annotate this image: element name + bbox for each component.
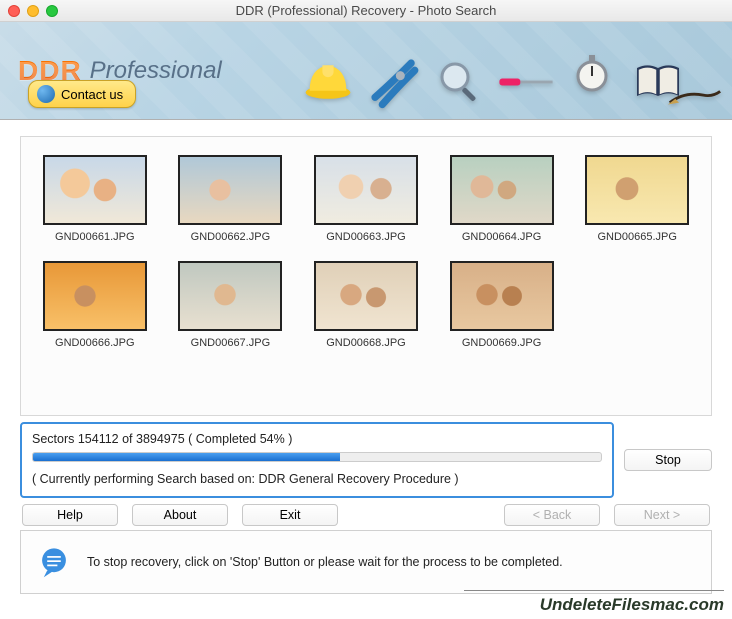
- thumbnail-item[interactable]: GND00665.JPG: [575, 155, 699, 243]
- back-button: < Back: [504, 504, 600, 526]
- hint-box: To stop recovery, click on 'Stop' Button…: [20, 530, 712, 594]
- photo-thumbnail-icon: [450, 261, 554, 331]
- person-icon: [37, 85, 55, 103]
- next-button: Next >: [614, 504, 710, 526]
- thumbnail-filename: GND00666.JPG: [55, 337, 134, 349]
- chat-bubble-icon: [37, 545, 71, 579]
- window-title: DDR (Professional) Recovery - Photo Sear…: [0, 3, 732, 18]
- thumbnail-filename: GND00669.JPG: [462, 337, 541, 349]
- thumbnail-grid: GND00661.JPG GND00662.JPG GND00663.JPG G…: [33, 155, 699, 349]
- hardhat-icon: [300, 42, 356, 120]
- thumbnail-filename: GND00668.JPG: [326, 337, 405, 349]
- hint-text: To stop recovery, click on 'Stop' Button…: [87, 555, 563, 569]
- thumbnail-filename: GND00664.JPG: [462, 231, 541, 243]
- contact-label: Contact us: [61, 87, 123, 102]
- watermark-divider: [464, 590, 724, 591]
- exit-button[interactable]: Exit: [242, 504, 338, 526]
- stop-button[interactable]: Stop: [624, 449, 712, 471]
- minimize-icon[interactable]: [27, 5, 39, 17]
- progress-subtext: ( Currently performing Search based on: …: [32, 472, 602, 486]
- progress-panel: Sectors 154112 of 3894975 ( Completed 54…: [20, 422, 614, 498]
- thumbnail-item[interactable]: GND00668.JPG: [304, 261, 428, 349]
- thumbnail-item[interactable]: GND00667.JPG: [169, 261, 293, 349]
- thumbnail-item[interactable]: GND00669.JPG: [440, 261, 564, 349]
- maximize-icon[interactable]: [46, 5, 58, 17]
- photo-thumbnail-icon: [178, 155, 282, 225]
- thumbnail-item[interactable]: GND00661.JPG: [33, 155, 157, 243]
- photo-thumbnail-icon: [43, 261, 147, 331]
- help-button[interactable]: Help: [22, 504, 118, 526]
- thumbnail-filename: GND00663.JPG: [326, 231, 405, 243]
- progress-bar: [32, 452, 602, 462]
- watermark-text: UndeleteFilesmac.com: [540, 595, 724, 615]
- thumbnail-item[interactable]: GND00666.JPG: [33, 261, 157, 349]
- stopwatch-icon: [564, 32, 620, 112]
- thumbnail-filename: GND00662.JPG: [191, 231, 270, 243]
- close-icon[interactable]: [8, 5, 20, 17]
- progress-row: Sectors 154112 of 3894975 ( Completed 54…: [20, 422, 712, 498]
- screwdriver-icon: [498, 42, 554, 120]
- thumbnail-item[interactable]: GND00663.JPG: [304, 155, 428, 243]
- magnifier-icon: [432, 42, 488, 120]
- thumbnail-panel: GND00661.JPG GND00662.JPG GND00663.JPG G…: [20, 136, 712, 416]
- bottom-button-row: Help About Exit < Back Next >: [20, 504, 712, 526]
- photo-thumbnail-icon: [585, 155, 689, 225]
- main-content: GND00661.JPG GND00662.JPG GND00663.JPG G…: [0, 120, 732, 594]
- pliers-icon: [366, 42, 422, 120]
- photo-thumbnail-icon: [450, 155, 554, 225]
- banner-tool-graphics: [300, 27, 722, 120]
- thumbnail-filename: GND00665.JPG: [597, 231, 676, 243]
- progress-status-text: Sectors 154112 of 3894975 ( Completed 54…: [32, 432, 602, 446]
- window-controls: [8, 5, 58, 17]
- thumbnail-filename: GND00661.JPG: [55, 231, 134, 243]
- thumbnail-item[interactable]: GND00662.JPG: [169, 155, 293, 243]
- thumbnail-filename: GND00667.JPG: [191, 337, 270, 349]
- photo-thumbnail-icon: [314, 261, 418, 331]
- progress-fill: [33, 453, 340, 461]
- titlebar: DDR (Professional) Recovery - Photo Sear…: [0, 0, 732, 22]
- thumbnail-item[interactable]: GND00664.JPG: [440, 155, 564, 243]
- photo-thumbnail-icon: [178, 261, 282, 331]
- photo-thumbnail-icon: [43, 155, 147, 225]
- photo-thumbnail-icon: [314, 155, 418, 225]
- header-banner: DDRProfessional Contact us: [0, 22, 732, 120]
- contact-us-button[interactable]: Contact us: [28, 80, 136, 108]
- about-button[interactable]: About: [132, 504, 228, 526]
